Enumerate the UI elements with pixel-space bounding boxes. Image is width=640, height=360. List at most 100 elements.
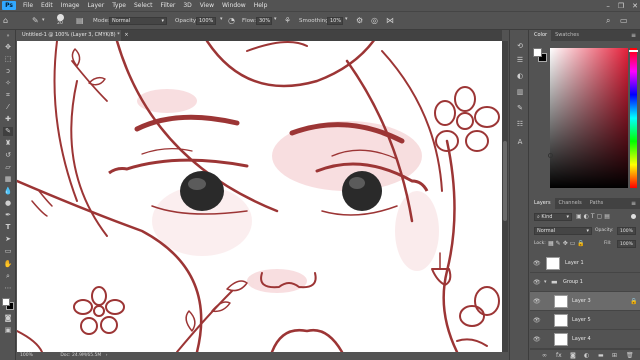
brush-tool-preset-icon[interactable]: ✎	[32, 17, 39, 25]
adjustments-panel-icon[interactable]: ◐	[515, 72, 525, 81]
visibility-eye-icon[interactable]: 👁	[533, 260, 541, 267]
tab-color[interactable]: Color	[530, 30, 552, 41]
status-menu-icon[interactable]: ›	[106, 353, 108, 358]
rectangle-tool-icon[interactable]: ▭	[3, 247, 13, 256]
menu-edit[interactable]: Edit	[37, 2, 57, 9]
properties-panel-icon[interactable]: ☰	[515, 56, 525, 65]
opacity-input[interactable]: 100%	[196, 17, 216, 25]
delete-layer-icon[interactable]: 🗑	[626, 352, 634, 359]
layer-lock-icon[interactable]: 🔒	[630, 298, 637, 305]
menu-layer[interactable]: Layer	[83, 2, 108, 9]
layer-row-layer-5[interactable]: 👁 Layer 5	[530, 311, 640, 330]
maximize-button[interactable]: ❐	[618, 2, 624, 10]
lock-pixels-icon[interactable]: ✎	[556, 240, 563, 247]
layers-panel-menu-icon[interactable]: ≡	[631, 198, 640, 209]
adjustment-filter-icon[interactable]: ◐	[584, 213, 591, 220]
symmetry-butterfly-icon[interactable]: ⋈	[386, 17, 394, 25]
more-tools-icon[interactable]: ⋯	[3, 284, 13, 293]
flow-dropdown-icon[interactable]: ▾	[274, 17, 277, 22]
character-panel-icon[interactable]: A	[515, 138, 525, 147]
group-expand-chevron-icon[interactable]: ▾	[544, 279, 547, 285]
layer-opacity-input[interactable]: 100%	[617, 227, 636, 235]
fill-input[interactable]: 100%	[617, 240, 636, 248]
visibility-eye-icon[interactable]: 👁	[533, 298, 541, 305]
new-group-icon[interactable]: ▬	[598, 352, 604, 359]
layer-row-layer-1[interactable]: 👁 Layer 1	[530, 254, 640, 273]
menu-select[interactable]: Select	[130, 2, 157, 9]
canvas-vertical-scrollbar[interactable]	[502, 41, 508, 352]
healing-brush-tool-icon[interactable]: ✚	[3, 115, 13, 124]
layer-filter-icons[interactable]: ▣◐T▢▤	[576, 213, 612, 220]
tab-paths[interactable]: Paths	[586, 198, 608, 209]
brush-settings-panel-icon[interactable]: ▤	[76, 17, 84, 25]
smart-filter-icon[interactable]: ▤	[604, 213, 612, 220]
new-layer-icon[interactable]: ⊞	[612, 352, 617, 359]
document-tab[interactable]: Untitled-1 @ 100% (Layer 3, CMYK/8) * ×	[17, 30, 129, 41]
menu-image[interactable]: Image	[57, 2, 84, 9]
brush-settings-icon[interactable]: ✎	[515, 104, 525, 113]
zoom-level[interactable]: 100%	[20, 353, 33, 358]
scrollbar-thumb[interactable]	[503, 141, 507, 221]
adjustment-layer-icon[interactable]: ◐	[584, 352, 589, 359]
artwork-canvas[interactable]	[17, 41, 502, 352]
opacity-dropdown-icon[interactable]: ▾	[220, 17, 223, 22]
brush-size-picker[interactable]: 20	[55, 14, 65, 26]
pen-tool-icon[interactable]: ✒	[3, 211, 13, 220]
panel-menu-icon[interactable]: ≡	[631, 30, 640, 41]
crop-tool-icon[interactable]: ⌗	[3, 91, 13, 100]
layer-row-group-1[interactable]: 👁 ▾ ▬ Group 1	[530, 273, 640, 292]
color-picker-marker[interactable]	[548, 153, 553, 158]
flow-input[interactable]: 30%	[256, 17, 272, 25]
marquee-tool-icon[interactable]: ⬚	[3, 55, 13, 64]
lock-transparency-icon[interactable]: ▦	[548, 240, 556, 247]
layer-style-icon[interactable]: fx	[556, 352, 562, 359]
menu-filter[interactable]: Filter	[157, 2, 180, 9]
workspace-icon[interactable]: ▭	[620, 17, 628, 25]
mode-select[interactable]: Normal ▾	[109, 17, 167, 25]
layer-row-layer-4[interactable]: 👁 Layer 4	[530, 330, 640, 349]
hue-slider[interactable]	[629, 48, 638, 188]
pressure-opacity-icon[interactable]: ◔	[228, 17, 235, 25]
layer-blend-mode-select[interactable]: Normal ▾	[534, 227, 592, 235]
visibility-eye-icon[interactable]: 👁	[533, 279, 541, 286]
smoothing-input[interactable]: 10%	[327, 17, 343, 25]
link-layers-icon[interactable]: ∞	[542, 352, 547, 359]
tab-swatches[interactable]: Swatches	[551, 30, 583, 41]
document-info[interactable]: Doc: 24.9M/65.5M	[60, 353, 101, 358]
preset-dropdown-icon[interactable]: ▾	[42, 18, 45, 23]
eraser-tool-icon[interactable]: ▱	[3, 163, 13, 172]
dodge-tool-icon[interactable]: ●	[3, 199, 13, 208]
menu-view[interactable]: View	[196, 2, 218, 9]
zoom-tool-icon[interactable]: ⌕	[3, 272, 13, 281]
search-icon[interactable]: ⌕	[606, 17, 610, 25]
quick-selection-tool-icon[interactable]: ✧	[3, 79, 13, 88]
libraries-panel-icon[interactable]: ▥	[515, 88, 525, 97]
blur-tool-icon[interactable]: 💧	[3, 187, 13, 196]
airbrush-icon[interactable]: ⚘	[284, 17, 291, 25]
clone-stamp-tool-icon[interactable]: ♜	[3, 139, 13, 148]
fg-bg-color-swatches[interactable]	[533, 48, 548, 63]
smoothing-settings-gear-icon[interactable]: ⚙	[356, 17, 363, 25]
pressure-size-icon[interactable]: ◎	[371, 17, 378, 25]
brushes-panel-icon[interactable]: ☷	[515, 120, 525, 129]
lock-position-icon[interactable]: ✥	[563, 240, 570, 247]
menu-type[interactable]: Type	[108, 2, 130, 9]
hue-slider-thumb[interactable]	[629, 50, 638, 52]
menu-3d[interactable]: 3D	[179, 2, 195, 9]
home-icon[interactable]: ⌂	[3, 17, 8, 25]
menu-window[interactable]: Window	[218, 2, 250, 9]
quick-mask-icon[interactable]: ◙	[3, 314, 13, 323]
eyedropper-tool-icon[interactable]: ⁄	[3, 103, 13, 112]
layer-row-layer-3-selected[interactable]: 👁 Layer 3 🔒	[530, 292, 640, 311]
layer-filter-select[interactable]: ⌕ Kind ▾	[534, 213, 572, 221]
foreground-color-swatch[interactable]	[2, 298, 10, 306]
tab-channels[interactable]: Channels	[555, 198, 586, 209]
lock-icons[interactable]: ▦✎✥▭🔒	[548, 240, 587, 247]
type-tool-icon[interactable]: T	[3, 223, 13, 232]
panel-foreground-swatch[interactable]	[533, 48, 542, 57]
history-brush-tool-icon[interactable]: ↺	[3, 151, 13, 160]
lasso-tool-icon[interactable]: ↄ	[3, 67, 13, 76]
close-window-button[interactable]: ✕	[632, 2, 638, 10]
color-swatches[interactable]	[2, 298, 15, 311]
add-mask-icon[interactable]: ◙	[570, 352, 576, 359]
